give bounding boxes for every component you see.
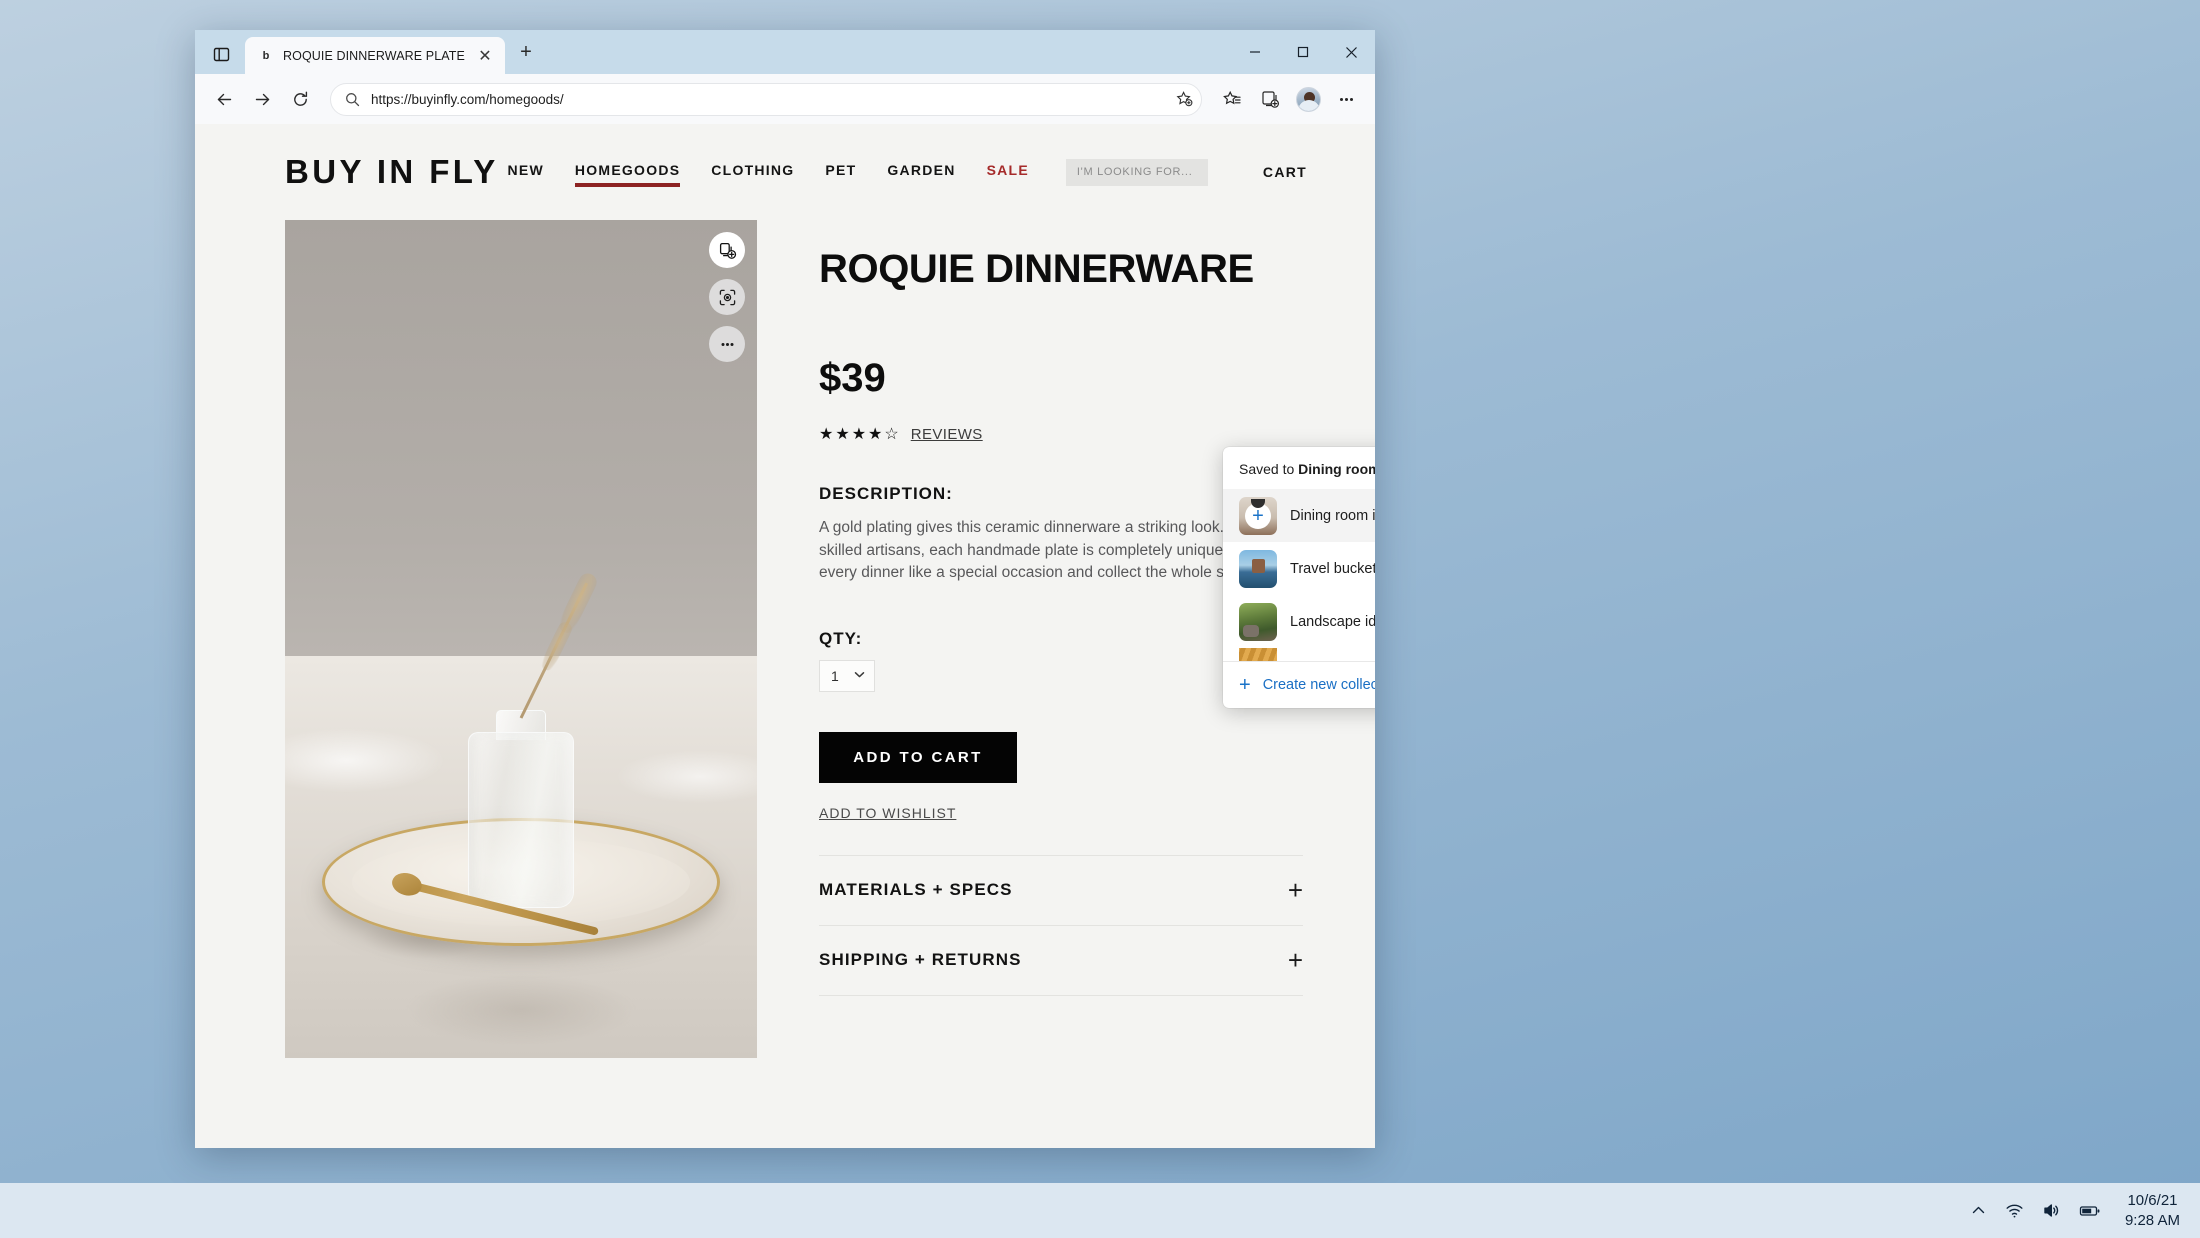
collection-name: Dining room ideas bbox=[1290, 507, 1375, 524]
chevron-up-icon[interactable] bbox=[1970, 1202, 1987, 1219]
close-button[interactable] bbox=[1327, 30, 1375, 74]
rating-stars: ★★★★☆ bbox=[819, 426, 901, 443]
browser-tab[interactable]: b ROQUIE DINNERWARE PLATE ✕ bbox=[245, 37, 505, 74]
list-item[interactable]: Landscape ideas and in... bbox=[1223, 595, 1375, 648]
taskbar-date: 10/6/21 bbox=[2127, 1192, 2178, 1210]
refresh-icon[interactable] bbox=[283, 82, 317, 116]
saved-to-label: Saved to Dining room ideas bbox=[1223, 447, 1375, 489]
tab-title: ROQUIE DINNERWARE PLATE bbox=[283, 48, 465, 63]
accordion-shipping-returns[interactable]: SHIPPING + RETURNS + bbox=[819, 926, 1303, 996]
nav-item-garden[interactable]: GARDEN bbox=[887, 162, 955, 183]
plus-icon: + bbox=[1287, 875, 1303, 906]
avatar bbox=[1295, 86, 1321, 112]
product-title: ROQUIE DINNERWARE bbox=[819, 247, 1254, 291]
reviews-row: ★★★★☆ REVIEWS bbox=[819, 424, 1303, 444]
add-favorite-star-icon[interactable] bbox=[1176, 90, 1193, 108]
collection-name: Travel bucketlist bbox=[1290, 560, 1375, 577]
wifi-icon[interactable] bbox=[2005, 1201, 2024, 1220]
collections-list[interactable]: + Dining room ideas Travel bucketlist La… bbox=[1223, 489, 1375, 661]
battery-icon[interactable] bbox=[2079, 1201, 2101, 1220]
site-header: BUY IN FLY NEW HOMEGOODS CLOTHING PET GA… bbox=[195, 124, 1375, 220]
url-text: https://buyinfly.com/homegoods/ bbox=[371, 91, 564, 107]
browser-title-bar: b ROQUIE DINNERWARE PLATE ✕ + bbox=[195, 30, 1375, 74]
add-to-collections-icon[interactable] bbox=[709, 232, 745, 268]
taskbar-time: 9:28 AM bbox=[2124, 1211, 2180, 1229]
product-accordion: MATERIALS + SPECS + SHIPPING + RETURNS + bbox=[819, 854, 1303, 996]
tab-strip: b ROQUIE DINNERWARE PLATE ✕ + bbox=[195, 30, 540, 74]
list-item[interactable]: Travel bucketlist bbox=[1223, 542, 1375, 595]
page-viewport: BUY IN FLY NEW HOMEGOODS CLOTHING PET GA… bbox=[195, 124, 1375, 1148]
nav-item-sale[interactable]: SALE bbox=[987, 162, 1029, 183]
reviews-link[interactable]: REVIEWS bbox=[911, 426, 983, 443]
tab-search-icon[interactable] bbox=[201, 36, 241, 72]
collections-flyout: Saved to Dining room ideas + Dining room… bbox=[1223, 447, 1375, 708]
search-icon bbox=[345, 92, 360, 107]
visual-search-icon[interactable] bbox=[709, 279, 745, 315]
address-bar[interactable]: https://buyinfly.com/homegoods/ bbox=[330, 82, 1202, 116]
nav-item-pet[interactable]: PET bbox=[825, 162, 856, 183]
nav-item-clothing[interactable]: CLOTHING bbox=[711, 162, 794, 183]
browser-toolbar: https://buyinfly.com/homegoods/ bbox=[195, 74, 1375, 124]
list-item-partial[interactable] bbox=[1223, 648, 1375, 661]
chevron-down-icon bbox=[852, 667, 867, 685]
collection-thumbnail bbox=[1239, 549, 1277, 588]
plus-icon: + bbox=[1239, 674, 1251, 696]
saved-collection-name: Dining room ideas bbox=[1298, 461, 1375, 477]
plus-icon: + bbox=[1245, 502, 1271, 529]
nav-item-new[interactable]: NEW bbox=[508, 162, 544, 183]
toolbar-right-icons bbox=[1215, 82, 1363, 116]
more-ellipsis-icon[interactable] bbox=[1329, 82, 1363, 116]
quantity-select[interactable]: 1 bbox=[819, 659, 875, 692]
site-navigation: NEW HOMEGOODS CLOTHING PET GARDEN SALE I… bbox=[499, 158, 1307, 187]
maximize-button[interactable] bbox=[1279, 30, 1327, 74]
product-image[interactable] bbox=[285, 220, 757, 1058]
browser-window: b ROQUIE DINNERWARE PLATE ✕ + https://bu… bbox=[195, 30, 1375, 1148]
speaker-icon[interactable] bbox=[2042, 1201, 2061, 1220]
tab-close-icon[interactable]: ✕ bbox=[474, 45, 496, 67]
site-logo[interactable]: BUY IN FLY bbox=[285, 153, 499, 191]
quantity-value: 1 bbox=[831, 667, 839, 684]
taskbar-clock[interactable]: 10/6/21 9:28 AM bbox=[2119, 1191, 2186, 1229]
favorites-list-icon[interactable] bbox=[1215, 82, 1249, 116]
accordion-label: SHIPPING + RETURNS bbox=[819, 950, 1022, 970]
collection-thumbnail bbox=[1239, 602, 1277, 641]
more-options-icon[interactable] bbox=[709, 326, 745, 362]
photo-bottle bbox=[468, 732, 574, 908]
window-controls bbox=[1231, 30, 1375, 74]
back-arrow-icon[interactable] bbox=[207, 82, 241, 116]
saved-prefix: Saved to bbox=[1239, 461, 1299, 477]
collection-thumbnail bbox=[1239, 648, 1277, 661]
collection-thumbnail: + bbox=[1239, 496, 1277, 535]
product-gallery bbox=[285, 220, 757, 1058]
collection-name: Landscape ideas and in... bbox=[1290, 613, 1375, 630]
add-to-wishlist-link[interactable]: ADD TO WISHLIST bbox=[819, 805, 956, 821]
list-item[interactable]: + Dining room ideas bbox=[1223, 489, 1375, 542]
accordion-materials-specs[interactable]: MATERIALS + SPECS + bbox=[819, 856, 1303, 926]
accordion-label: MATERIALS + SPECS bbox=[819, 880, 1013, 900]
add-to-cart-button[interactable]: ADD TO CART bbox=[819, 731, 1017, 783]
nav-item-homegoods[interactable]: HOMEGOODS bbox=[574, 162, 681, 187]
minimize-button[interactable] bbox=[1231, 30, 1279, 74]
new-tab-icon[interactable]: + bbox=[512, 38, 540, 66]
plus-icon: + bbox=[1287, 945, 1303, 976]
profile-avatar[interactable] bbox=[1291, 82, 1325, 116]
create-new-collection-button[interactable]: + Create new collection bbox=[1223, 661, 1375, 708]
forward-arrow-icon[interactable] bbox=[245, 82, 279, 116]
site-search-input[interactable]: I'M LOOKING FOR... bbox=[1065, 158, 1208, 186]
windows-taskbar: 10/6/21 9:28 AM bbox=[0, 1183, 2200, 1238]
tab-favicon: b bbox=[262, 49, 270, 62]
product-price: $39 bbox=[819, 356, 886, 400]
photo-action-buttons bbox=[709, 232, 745, 362]
collections-add-icon[interactable] bbox=[1253, 82, 1287, 116]
cart-link[interactable]: CART bbox=[1263, 164, 1307, 180]
create-collection-label: Create new collection bbox=[1262, 677, 1375, 693]
product-section: ROQUIE DINNERWARE $39 ★★★★☆ REVIEWS DESC… bbox=[195, 220, 1375, 1058]
